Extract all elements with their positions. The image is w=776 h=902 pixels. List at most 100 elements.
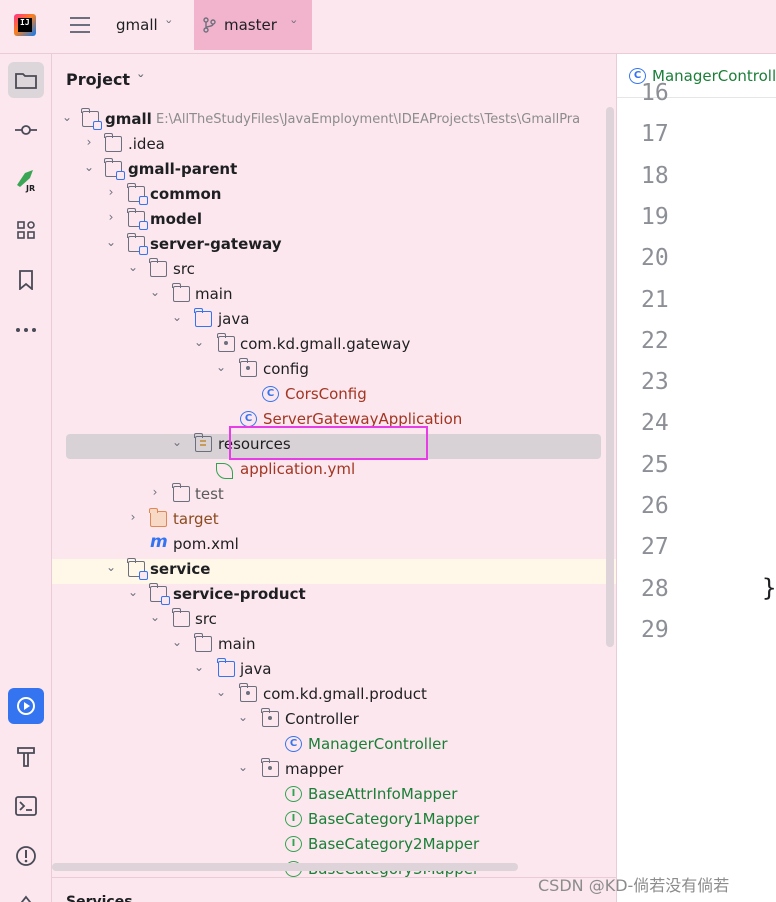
services-icon[interactable] [8, 688, 44, 724]
package-icon [261, 708, 279, 727]
project-tool-window: Project ˅ ⌄ gmall E:\AllTheStudyFiles\Ja… [52, 54, 616, 902]
project-selector[interactable]: gmall ˅ [104, 0, 183, 50]
project-folder-icon[interactable] [8, 62, 44, 98]
branch-selector[interactable]: master ˅ [194, 0, 312, 50]
bookmark-icon[interactable] [8, 262, 44, 298]
node-label: Controller [285, 710, 359, 728]
chevron-right-icon[interactable]: › [104, 185, 118, 199]
line-number: 18 [641, 162, 669, 189]
chevron-down-icon[interactable]: ⌄ [192, 660, 206, 674]
watermark-text: CSDN @KD-倘若没有倘若 [538, 876, 730, 895]
class-icon: C [285, 736, 302, 752]
chevron-down-icon[interactable]: ⌄ [148, 610, 162, 624]
tree-node-server-gateway[interactable]: ⌄ server-gateway [52, 232, 616, 257]
tree-node-src[interactable]: ⌄ src [52, 257, 616, 282]
tree-node-application-yml[interactable]: application.yml [52, 457, 616, 482]
tree-node-service-product[interactable]: ⌄ service-product [52, 582, 616, 607]
package-icon [239, 358, 257, 377]
chevron-down-icon[interactable]: ⌄ [214, 685, 228, 699]
tree-node-gmall[interactable]: ⌄ gmall E:\AllTheStudyFiles\JavaEmployme… [52, 107, 616, 132]
chevron-down-icon[interactable]: ⌄ [148, 285, 162, 299]
main-menu-icon[interactable] [70, 17, 90, 33]
tree-node-product-package[interactable]: ⌄ com.kd.gmall.product [52, 682, 616, 707]
chevron-down-icon[interactable]: ⌄ [192, 335, 206, 349]
module-folder-icon [104, 158, 125, 180]
tree-node-test[interactable]: › test [52, 482, 616, 507]
chevron-right-icon[interactable]: › [104, 210, 118, 224]
tree-node-main[interactable]: ⌄ main [52, 632, 616, 657]
tree-node-mapper[interactable]: ⌄ mapper [52, 757, 616, 782]
node-label: config [263, 360, 309, 378]
logo-text: IJ [20, 18, 30, 27]
tree-node-cors-config[interactable]: C CorsConfig [52, 382, 616, 407]
services-tool-window-header[interactable]: Services [52, 877, 616, 902]
project-view-header[interactable]: Project ˅ [66, 70, 145, 89]
jrebel-icon[interactable]: JR [8, 162, 44, 198]
problems-icon[interactable] [8, 838, 44, 874]
services-title: Services [66, 894, 133, 902]
tree-node-src[interactable]: ⌄ src [52, 607, 616, 632]
package-icon [239, 683, 257, 702]
vertical-scrollbar[interactable] [606, 107, 614, 647]
chevron-down-icon[interactable]: ⌄ [104, 235, 118, 249]
tree-node-target[interactable]: › target [52, 507, 616, 532]
node-label: BaseCategory1Mapper [308, 810, 480, 828]
chevron-right-icon[interactable]: › [126, 510, 140, 524]
tree-node-java[interactable]: ⌄ java [52, 307, 616, 332]
chevron-right-icon[interactable]: › [148, 485, 162, 499]
horizontal-scrollbar[interactable] [52, 863, 518, 871]
chevron-down-icon[interactable]: ⌄ [236, 760, 250, 774]
tree-node-controller[interactable]: ⌄ Controller [52, 707, 616, 732]
spring-boot-class-icon: C [240, 411, 257, 427]
chevron-down-icon[interactable]: ⌄ [104, 560, 118, 574]
project-name: gmall [116, 16, 158, 34]
intellij-logo-icon[interactable]: IJ [14, 14, 36, 36]
node-label: test [195, 485, 224, 503]
commit-icon[interactable] [8, 112, 44, 148]
chevron-down-icon[interactable]: ⌄ [126, 260, 140, 274]
line-number: 19 [641, 203, 669, 230]
line-number: 20 [641, 245, 669, 272]
source-folder-icon [217, 658, 235, 677]
tree-node-main[interactable]: ⌄ main [52, 282, 616, 307]
chevron-down-icon[interactable]: ⌄ [82, 160, 96, 174]
closing-brace: } [762, 574, 776, 602]
line-number: 25 [641, 451, 669, 478]
svg-text:JR: JR [25, 184, 35, 193]
folder-icon [149, 258, 167, 277]
tree-node-config[interactable]: ⌄ config [52, 357, 616, 382]
chevron-down-icon[interactable]: ⌄ [170, 310, 184, 324]
tree-node-base-attr-info-mapper[interactable]: I BaseAttrInfoMapper [52, 782, 616, 807]
tree-node-base-category1-mapper[interactable]: I BaseCategory1Mapper [52, 807, 616, 832]
build-hammer-icon[interactable] [8, 738, 44, 774]
node-label: service [150, 560, 211, 578]
structure-icon[interactable] [8, 212, 44, 248]
chevron-down-icon[interactable]: ⌄ [170, 635, 184, 649]
line-number: 27 [641, 534, 669, 561]
tree-node-idea[interactable]: › .idea [52, 132, 616, 157]
chevron-down-icon[interactable]: ⌄ [170, 435, 184, 449]
tree-node-gateway-package[interactable]: ⌄ com.kd.gmall.gateway [52, 332, 616, 357]
tree-node-model[interactable]: › model [52, 207, 616, 232]
spring-leaf-icon [216, 463, 233, 479]
chevron-down-icon[interactable]: ⌄ [60, 110, 74, 124]
tree-node-service[interactable]: ⌄ service [52, 557, 616, 582]
interface-icon: I [285, 786, 302, 802]
chevron-down-icon[interactable]: ⌄ [236, 710, 250, 724]
tree-node-java[interactable]: ⌄ java [52, 657, 616, 682]
chevron-down-icon[interactable]: ⌄ [126, 585, 140, 599]
terminal-icon[interactable] [8, 788, 44, 824]
git-branch-icon [203, 17, 216, 33]
chevron-down-icon[interactable]: ⌄ [214, 360, 228, 374]
tree-node-gmall-parent[interactable]: ⌄ gmall-parent [52, 157, 616, 182]
tree-node-pom[interactable]: m pom.xml [52, 532, 616, 557]
code-editor[interactable]: C ManagerControlle 16 17 18 19 20 21 22 23 24 25 2… [616, 54, 776, 902]
git-icon[interactable] [8, 884, 44, 902]
package-icon [261, 758, 279, 777]
tree-node-base-category2-mapper[interactable]: I BaseCategory2Mapper [52, 832, 616, 857]
tree-node-manager-controller[interactable]: C ManagerController [52, 732, 616, 757]
more-icon[interactable] [8, 312, 44, 348]
tree-node-common[interactable]: › common [52, 182, 616, 207]
chevron-right-icon[interactable]: › [82, 135, 96, 149]
node-label: pom.xml [173, 535, 239, 553]
